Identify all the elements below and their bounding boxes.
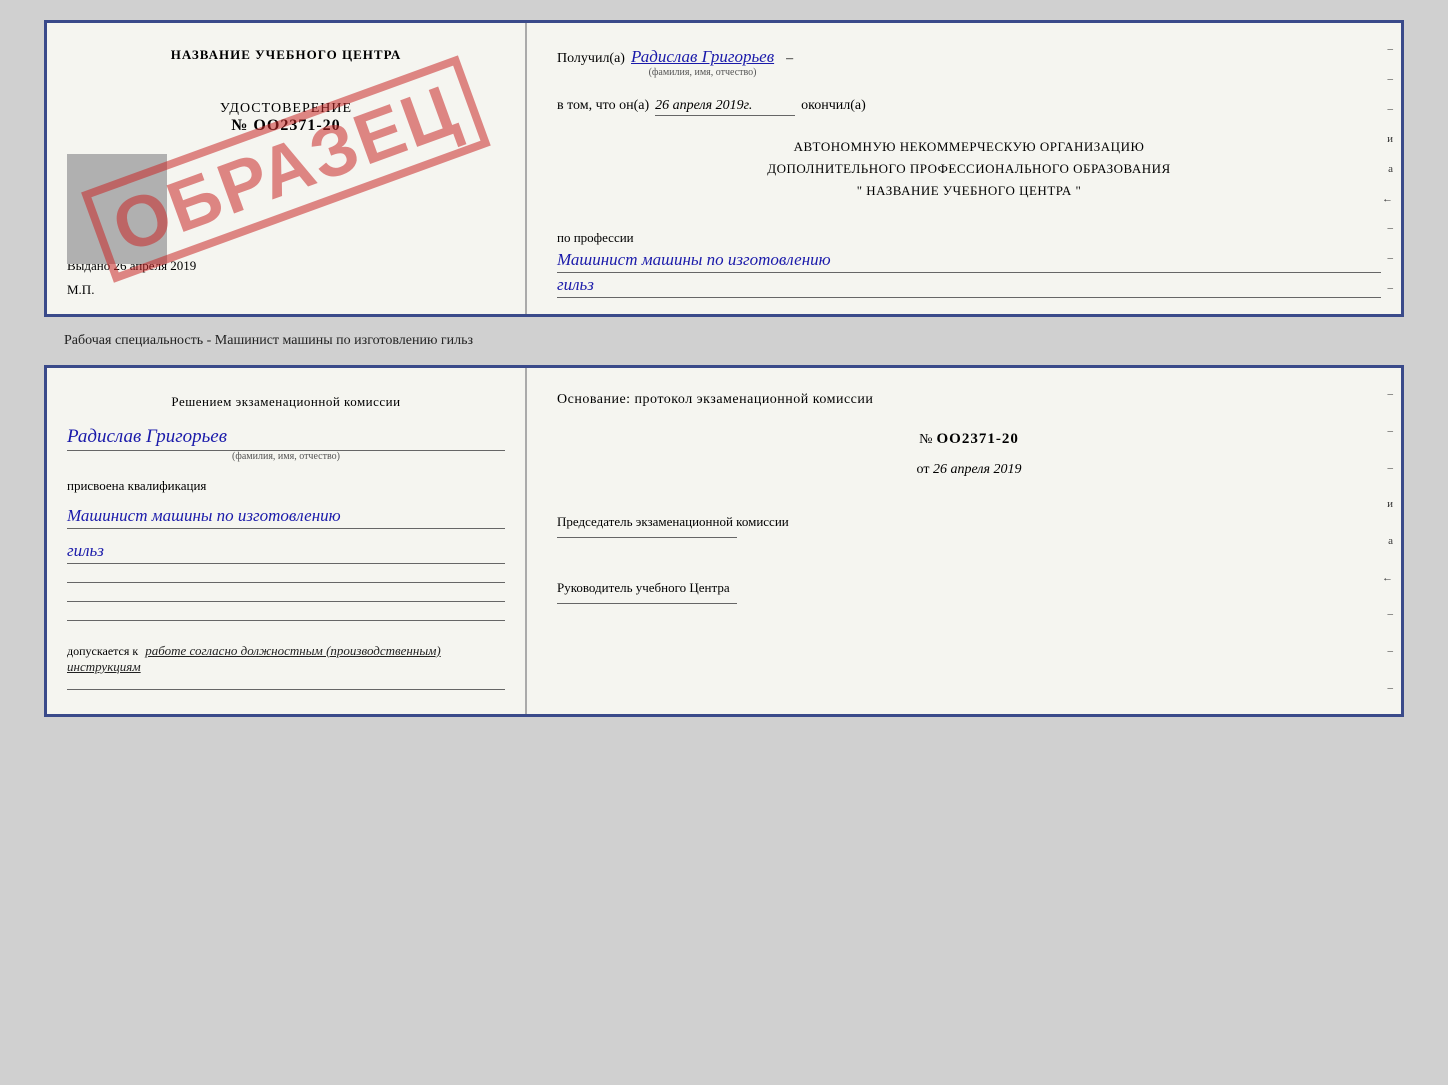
bmark-3: – [1388, 462, 1394, 474]
mark-3: – [1388, 103, 1394, 115]
chairman-sign-line [557, 537, 737, 538]
bottom-name-value: Радислав Григорьев [67, 426, 505, 451]
org-line1: АВТОНОМНУЮ НЕКОММЕРЧЕСКУЮ ОРГАНИЗАЦИЮ [557, 136, 1381, 158]
top-right-panel: Получил(а) Радислав Григорьев (фамилия, … [527, 23, 1401, 314]
chairman-label: Председатель экзаменационной комиссии [557, 512, 1381, 533]
bottom-name-block: Радислав Григорьев (фамилия, имя, отчест… [67, 422, 505, 462]
top-center-title: НАЗВАНИЕ УЧЕБНОГО ЦЕНТРА [67, 47, 505, 63]
cert-number-block: УДОСТОВЕРЕНИЕ № OO2371-20 [67, 101, 505, 135]
profession-label: по профессии [557, 230, 1381, 246]
received-row: Получил(а) Радислав Григорьев (фамилия, … [557, 47, 1381, 78]
profession-value-line1: Машинист машины по изготовлению [557, 250, 1381, 273]
number-label: № [919, 432, 932, 447]
bottom-document: Решением экзаменационной комиссии Радисл… [44, 365, 1404, 717]
dash: – [786, 51, 793, 67]
bottom-right-panel: Основание: протокол экзаменационной коми… [527, 368, 1401, 714]
top-document: НАЗВАНИЕ УЧЕБНОГО ЦЕНТРА УДОСТОВЕРЕНИЕ №… [44, 20, 1404, 317]
profession-value-line2: гильз [557, 275, 1381, 298]
bottom-right-side-marks: – – – и а ← – – – [1382, 368, 1393, 714]
bottom-line-3 [67, 620, 505, 621]
mark-arrow: ← [1382, 193, 1393, 205]
chairman-block: Председатель экзаменационной комиссии [557, 502, 1381, 538]
org-line2: ДОПОЛНИТЕЛЬНОГО ПРОФЕССИОНАЛЬНОГО ОБРАЗО… [557, 158, 1381, 180]
mp-line: М.П. [67, 282, 505, 298]
bmark-4: – [1388, 608, 1394, 620]
bottom-line-1 [67, 582, 505, 583]
bmark-6: – [1388, 682, 1394, 694]
mark-1: – [1388, 43, 1394, 55]
bottom-profession-line1: Машинист машины по изготовлению [67, 506, 505, 529]
profession-section: по профессии Машинист машины по изготовл… [557, 222, 1381, 298]
bottom-name-sub: (фамилия, имя, отчество) [67, 451, 505, 462]
finished-label: окончил(а) [801, 98, 866, 114]
top-left-panel: НАЗВАНИЕ УЧЕБНОГО ЦЕНТРА УДОСТОВЕРЕНИЕ №… [47, 23, 527, 314]
photo-placeholder [67, 154, 167, 264]
bmark-a: а [1388, 535, 1393, 547]
bottom-profession-line2: гильз [67, 541, 505, 564]
cert-label: УДОСТОВЕРЕНИЕ [67, 101, 505, 117]
allowed-label: допускается к [67, 644, 138, 658]
bmark-2: – [1388, 425, 1394, 437]
mark-a: а [1388, 163, 1393, 175]
allowed-section: допускается к работе согласно должностны… [67, 643, 505, 675]
in-that-row: в том, что он(а) 26 апреля 2019г. окончи… [557, 98, 1381, 116]
org-line3: " НАЗВАНИЕ УЧЕБНОГО ЦЕНТРА " [557, 180, 1381, 202]
caption-line: Рабочая специальность - Машинист машины … [64, 333, 473, 349]
head-block: Руководитель учебного Центра [557, 568, 1381, 604]
right-side-marks: – – – и а ← – – – [1382, 23, 1393, 314]
cert-number: № OO2371-20 [67, 117, 505, 135]
bmark-arrow: ← [1382, 572, 1393, 584]
assigned-label: присвоена квалификация [67, 478, 505, 494]
osnov-label: Основание: протокол экзаменационной коми… [557, 392, 1381, 408]
mark-5: – [1388, 252, 1394, 264]
received-sub: (фамилия, имя, отчество) [649, 67, 757, 78]
mark-4: – [1388, 222, 1394, 234]
bmark-i: и [1387, 498, 1393, 510]
bottom-line-2 [67, 601, 505, 602]
bmark-1: – [1388, 388, 1394, 400]
bmark-5: – [1388, 645, 1394, 657]
mark-i: и [1387, 133, 1393, 145]
number-value: OO2371-20 [937, 431, 1019, 447]
head-label: Руководитель учебного Центра [557, 578, 1381, 599]
in-that-value: 26 апреля 2019г. [655, 98, 795, 116]
mark-2: – [1388, 73, 1394, 85]
org-block: АВТОНОМНУЮ НЕКОММЕРЧЕСКУЮ ОРГАНИЗАЦИЮ ДО… [557, 136, 1381, 202]
date-prefix: от [917, 462, 930, 477]
date-value: 26 апреля 2019 [933, 462, 1021, 477]
mark-6: – [1388, 282, 1394, 294]
bottom-line-4 [67, 689, 505, 690]
in-that-label: в том, что он(а) [557, 98, 649, 114]
protocol-number-row: № OO2371-20 [557, 430, 1381, 448]
head-sign-line [557, 603, 737, 604]
received-label: Получил(а) [557, 51, 625, 67]
decision-title: Решением экзаменационной комиссии [67, 392, 505, 412]
bottom-left-panel: Решением экзаменационной комиссии Радисл… [47, 368, 527, 714]
osnov-date-row: от 26 апреля 2019 [557, 462, 1381, 478]
received-value: Радислав Григорьев [631, 47, 774, 67]
